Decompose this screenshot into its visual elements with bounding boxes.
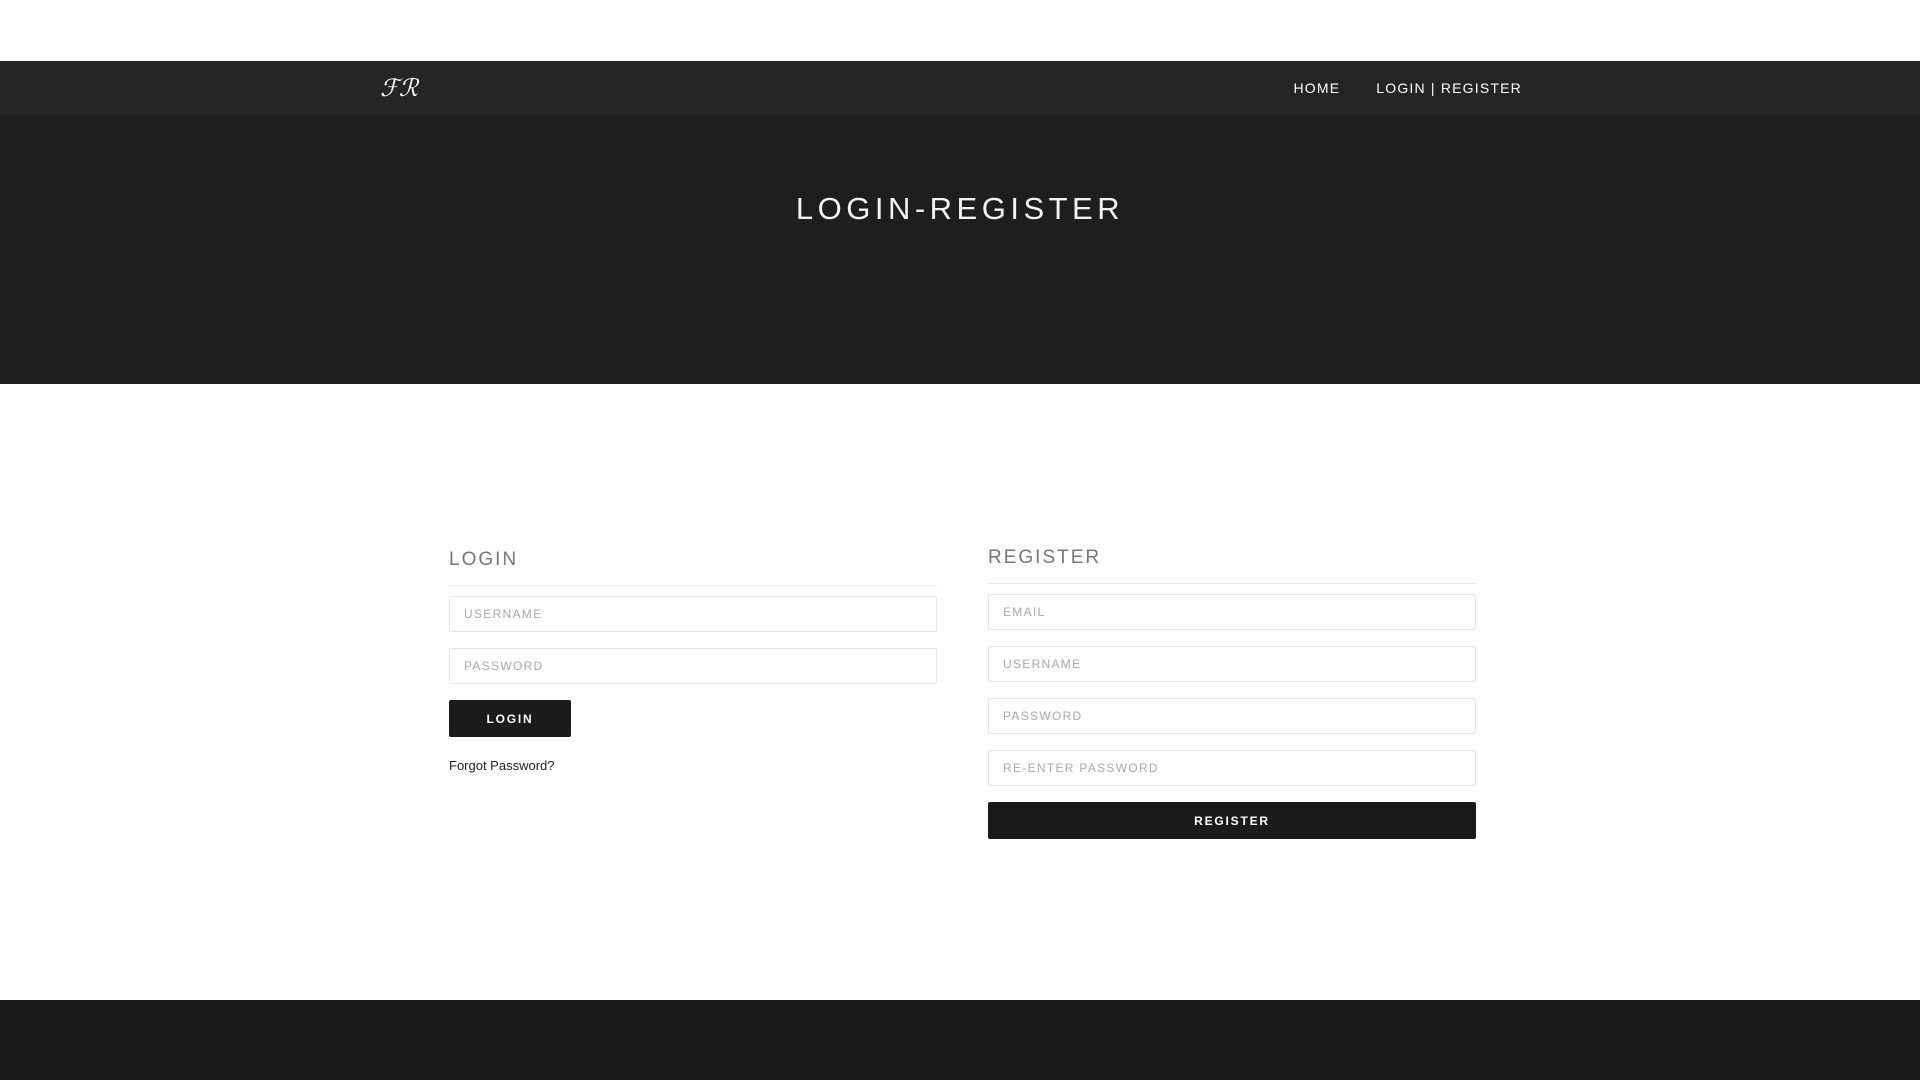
register-button[interactable]: REGISTER xyxy=(988,802,1476,839)
top-navbar: ℱℛ HOME LOGIN | REGISTER xyxy=(0,61,1920,115)
login-button[interactable]: LOGIN xyxy=(449,700,571,737)
main-nav: HOME LOGIN | REGISTER xyxy=(1293,61,1522,115)
hero-banner: LOGIN-REGISTER xyxy=(0,115,1920,384)
page-footer xyxy=(0,1000,1920,1080)
login-password-input[interactable] xyxy=(449,648,937,684)
register-reenter-password-input[interactable] xyxy=(988,750,1476,786)
nav-link-login-register[interactable]: LOGIN | REGISTER xyxy=(1376,80,1522,96)
register-password-input[interactable] xyxy=(988,698,1476,734)
site-logo[interactable]: ℱℛ xyxy=(380,72,428,104)
register-username-input[interactable] xyxy=(988,646,1476,682)
register-email-input[interactable] xyxy=(988,594,1476,630)
forgot-password-link[interactable]: Forgot Password? xyxy=(449,758,937,773)
page-title: LOGIN-REGISTER xyxy=(795,191,1125,226)
register-form: REGISTER REGISTER xyxy=(988,541,1476,839)
register-heading: REGISTER xyxy=(988,541,1476,584)
login-heading: LOGIN xyxy=(449,543,937,586)
login-form: LOGIN LOGIN Forgot Password? xyxy=(449,543,937,773)
login-username-input[interactable] xyxy=(449,596,937,632)
nav-link-home[interactable]: HOME xyxy=(1293,80,1340,96)
